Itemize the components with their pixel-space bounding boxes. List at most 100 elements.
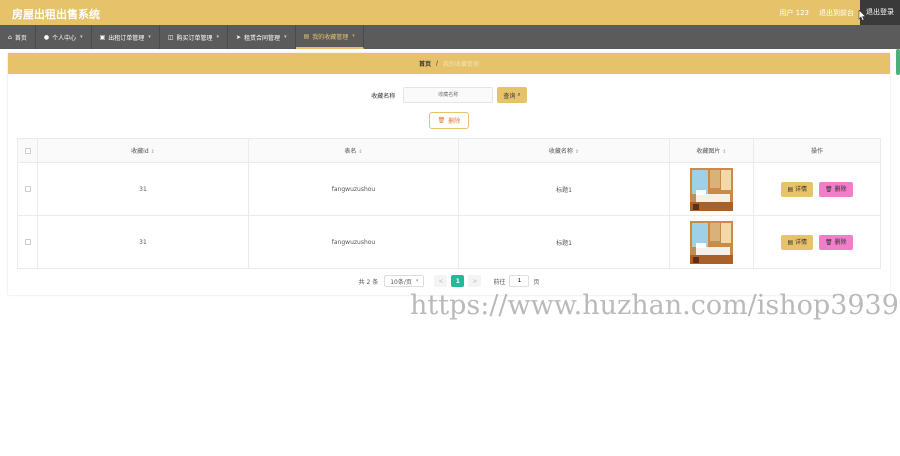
- col-header-name[interactable]: 收藏名称 ⇕: [458, 138, 670, 163]
- batch-delete-button[interactable]: 🗑 删除: [428, 112, 470, 129]
- delete-label: 删除: [834, 185, 847, 193]
- cell-name: 标题1: [458, 215, 670, 269]
- nav-item-label: 出租订单管理: [108, 34, 145, 42]
- table-header-row: 收藏id ⇕ 表名 ⇕ 收藏名称 ⇕ 收藏图片 ⇕ 操作: [17, 138, 881, 163]
- cell-name: 标题1: [458, 162, 670, 216]
- trash-icon: 🗑: [824, 185, 835, 193]
- main-nav: ⌂ 首页 ● 个人中心 ▾ ▣ 出租订单管理 ▾ ◫ 购买订单管理 ▾ ➤ 租赁…: [0, 25, 900, 49]
- app-title: 房屋出租出售系统: [12, 8, 100, 21]
- detail-label: 详情: [795, 185, 808, 193]
- cell-table-name: fangwuzushou: [248, 215, 459, 269]
- cell-actions: ▤ 详情 🗑 删除: [753, 162, 881, 216]
- col-header-label: 表名: [344, 148, 357, 155]
- chevron-down-icon: ▾: [148, 34, 151, 40]
- cell-image: [669, 162, 754, 216]
- col-header-label: 收藏名称: [548, 148, 573, 155]
- top-right-area: 用户 123 退出到前台 退出登录: [779, 0, 900, 25]
- page-unit-label: 页: [533, 278, 540, 286]
- select-all-checkbox[interactable]: [24, 147, 31, 154]
- doc-icon: ▤: [787, 185, 796, 193]
- pagination: 共 2 条 10条/页 ▾ < 1 > 前往 页: [8, 275, 890, 287]
- col-header-actions: 操作: [753, 138, 881, 163]
- pagination-total: 共 2 条: [358, 278, 379, 286]
- page-size-value: 10条/页: [390, 278, 412, 286]
- detail-button[interactable]: ▤ 详情: [781, 234, 814, 250]
- cell-actions: ▤ 详情 🗑 删除: [753, 215, 881, 269]
- nav-item-label: 个人中心: [52, 34, 77, 42]
- prev-page-button[interactable]: <: [434, 275, 448, 287]
- nav-item-rent-orders[interactable]: ▣ 出租订单管理 ▾: [92, 25, 160, 49]
- page-size-select[interactable]: 10条/页 ▾: [384, 275, 425, 287]
- content-panel: 首页 / 我的收藏管理 收藏名称 查询 ⌕ 🗑 删除 收藏id⇕ 表名⇕ 收藏名…: [8, 53, 890, 295]
- delete-button[interactable]: 🗑 删除: [818, 234, 853, 250]
- user-icon: ●: [43, 33, 50, 41]
- search-button[interactable]: 查询 ⌕: [497, 87, 527, 103]
- col-header-image[interactable]: 收藏图片 ⇕: [669, 138, 754, 163]
- nav-item-purchase-orders[interactable]: ◫ 购买订单管理 ▾: [160, 25, 229, 49]
- cell-id: 31: [37, 162, 249, 216]
- search-icon: ⌕: [517, 91, 521, 98]
- row-checkbox[interactable]: [24, 186, 31, 192]
- chevron-down-icon: ▾: [415, 278, 419, 284]
- search-button-label: 查询: [503, 92, 516, 100]
- breadcrumb-current: 我的收藏管理: [443, 61, 480, 68]
- batch-delete-label: 删除: [448, 118, 461, 125]
- send-icon: ➤: [236, 33, 242, 41]
- sort-icon: ⇕: [574, 149, 580, 155]
- nav-item-personal-center[interactable]: ● 个人中心 ▾: [36, 25, 92, 49]
- col-header-label: 操作: [810, 148, 823, 155]
- search-input[interactable]: [403, 87, 494, 103]
- sort-icon: ⇕: [150, 149, 155, 155]
- favorite-thumbnail[interactable]: [690, 220, 733, 264]
- back-to-front-link[interactable]: 退出到前台: [819, 8, 854, 18]
- nav-item-my-favorites[interactable]: ▤ 我的收藏管理 ▾: [295, 25, 364, 49]
- sort-icon: ⇕: [722, 149, 727, 155]
- house-icon: ▣: [99, 33, 106, 41]
- doc-icon: ▤: [787, 238, 796, 246]
- col-header-table-name[interactable]: 表名 ⇕: [248, 138, 459, 163]
- next-page-button[interactable]: >: [468, 275, 482, 287]
- chevron-down-icon: ▾: [352, 33, 355, 39]
- home-icon: ⌂: [8, 33, 12, 41]
- toolbar: 🗑 删除: [8, 112, 890, 129]
- top-bar: 房屋出租出售系统 用户 123 退出到前台 退出登录: [0, 0, 900, 25]
- watermark-text: https://www.huzhan.com/ishop39397: [410, 290, 900, 321]
- trash-icon: 🗑: [824, 238, 835, 246]
- delete-label: 删除: [834, 238, 847, 246]
- nav-item-label: 租赁合同管理: [244, 34, 281, 42]
- sort-icon: ⇕: [358, 149, 363, 155]
- search-row: 收藏名称 查询 ⌕: [8, 87, 890, 103]
- scrollbar[interactable]: [896, 49, 900, 75]
- chevron-down-icon: ▾: [80, 34, 83, 40]
- search-label: 收藏名称: [371, 92, 396, 100]
- current-user: 用户 123: [779, 8, 809, 17]
- cell-image: [669, 215, 754, 269]
- page-number-1[interactable]: 1: [451, 275, 465, 287]
- detail-label: 详情: [795, 238, 808, 246]
- chat-icon: ▤: [303, 32, 310, 40]
- col-header-label: 收藏id: [131, 148, 149, 155]
- table-row: 31 fangwuzushou 标题1 ▤ 详情 🗑 删除: [17, 215, 881, 269]
- breadcrumb-separator: /: [435, 60, 439, 67]
- favorite-thumbnail[interactable]: [690, 167, 733, 211]
- nav-item-lease-contracts[interactable]: ➤ 租赁合同管理 ▾: [228, 25, 296, 49]
- select-all-cell: [17, 138, 38, 163]
- cart-icon: ◫: [167, 33, 174, 41]
- table-row: 31 fangwuzushou 标题1 ▤ 详情 🗑 删除: [17, 162, 881, 216]
- goto-page-input[interactable]: [509, 275, 530, 287]
- logout-button[interactable]: 退出登录: [860, 0, 900, 25]
- trash-icon: 🗑: [437, 117, 446, 124]
- nav-item-label: 我的收藏管理: [312, 33, 349, 41]
- detail-button[interactable]: ▤ 详情: [781, 181, 814, 197]
- nav-item-label: 购买订单管理: [176, 34, 213, 42]
- mouse-cursor-icon: [858, 10, 866, 21]
- delete-button[interactable]: 🗑 删除: [818, 181, 853, 197]
- row-checkbox[interactable]: [24, 239, 31, 245]
- col-header-id[interactable]: 收藏id ⇕: [37, 138, 249, 163]
- breadcrumb: 首页 / 我的收藏管理: [8, 53, 890, 74]
- nav-item-home[interactable]: ⌂ 首页: [0, 25, 36, 49]
- cell-table-name: fangwuzushou: [248, 162, 459, 216]
- breadcrumb-home[interactable]: 首页: [419, 59, 431, 68]
- chevron-down-icon: ▾: [284, 34, 287, 40]
- cell-id: 31: [37, 215, 249, 269]
